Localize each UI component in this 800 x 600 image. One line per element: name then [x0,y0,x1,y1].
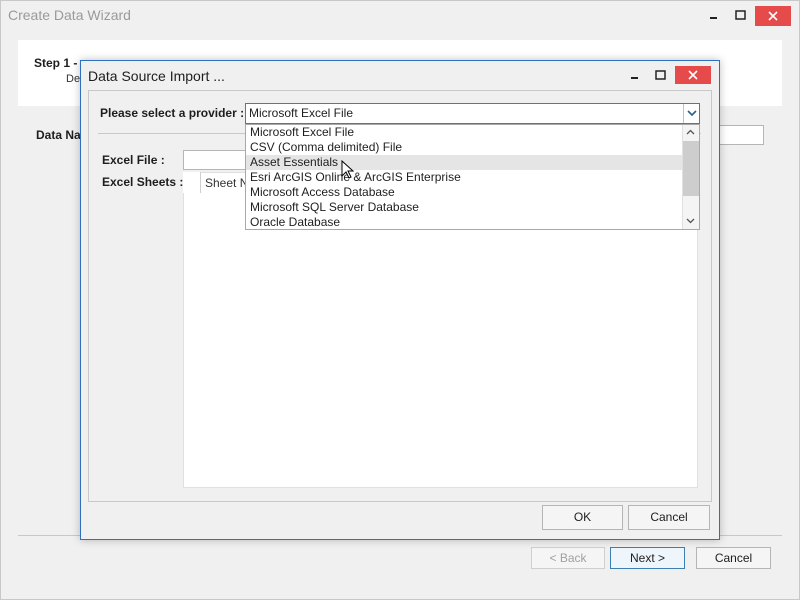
scroll-down-icon[interactable] [682,213,699,228]
data-name-label: Data Na [36,128,81,142]
dialog-title: Data Source Import ... [88,68,225,84]
dropdown-item-microsoft-access-database[interactable]: Microsoft Access Database [246,185,683,200]
maximize-icon [655,70,666,80]
step-description: De [66,73,81,85]
chevron-down-icon[interactable] [683,104,699,123]
wizard-maximize-button[interactable] [729,6,751,24]
provider-dropdown-list[interactable]: Microsoft Excel File CSV (Comma delimite… [245,124,700,230]
provider-selected-value: Microsoft Excel File [249,106,354,120]
wizard-cancel-button[interactable]: Cancel [696,547,771,569]
maximize-icon [735,10,746,20]
dropdown-item-esri-arcgis[interactable]: Esri ArcGIS Online & ArcGIS Enterprise [246,170,683,185]
minimize-icon [710,17,717,19]
step-title: Step 1 - [34,56,78,70]
dialog-close-button[interactable] [675,66,711,84]
ok-button[interactable]: OK [542,505,623,530]
dialog-minimize-button[interactable] [623,66,645,84]
wizard-minimize-button[interactable] [702,6,724,24]
excel-sheets-label: Excel Sheets : [102,175,184,189]
close-icon [768,11,778,21]
scrollbar-thumb[interactable] [683,141,699,196]
back-button[interactable]: < Back [531,547,605,569]
dialog-cancel-button[interactable]: Cancel [628,505,710,530]
dropdown-item-microsoft-excel-file[interactable]: Microsoft Excel File [246,125,683,140]
mouse-cursor-icon [341,159,355,183]
close-icon [688,70,698,80]
wizard-close-button[interactable] [755,6,791,26]
dropdown-item-microsoft-sql-server-database[interactable]: Microsoft SQL Server Database [246,200,683,215]
dropdown-item-asset-essentials[interactable]: Asset Essentials [246,155,683,170]
next-button[interactable]: Next > [610,547,685,569]
dropdown-item-oracle-database[interactable]: Oracle Database [246,215,683,229]
minimize-icon [631,77,638,79]
provider-label: Please select a provider : [100,106,245,120]
grid-row-header [183,172,201,193]
dropdown-item-csv-file[interactable]: CSV (Comma delimited) File [246,140,683,155]
scroll-up-icon[interactable] [682,125,699,140]
dialog-maximize-button[interactable] [649,66,671,84]
excel-file-input[interactable] [183,150,253,170]
wizard-title: Create Data Wizard [8,7,131,23]
excel-file-label: Excel File : [102,153,165,167]
